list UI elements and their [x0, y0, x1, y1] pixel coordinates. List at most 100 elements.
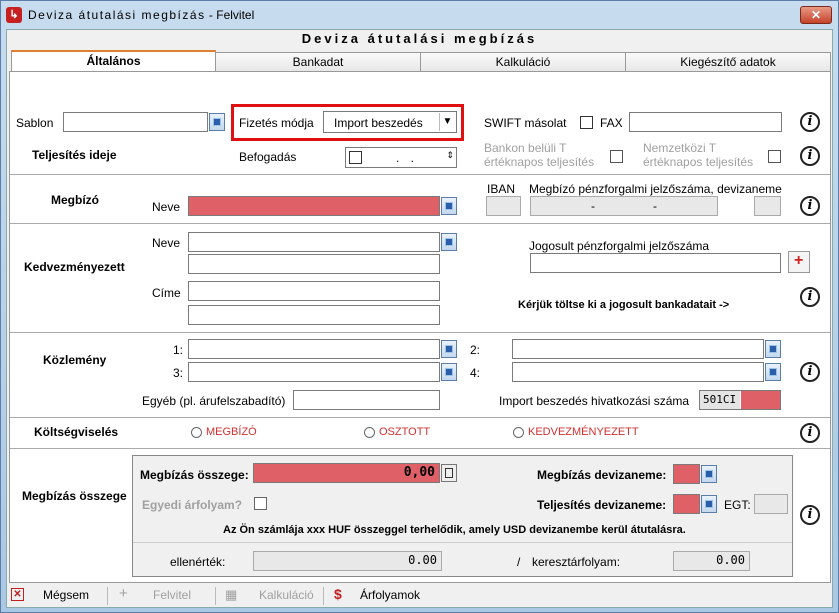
- kozlemeny-3-input[interactable]: [188, 362, 440, 382]
- calculator-icon[interactable]: [441, 464, 457, 482]
- kozlemeny-4-picker-icon[interactable]: [765, 363, 781, 381]
- dollar-icon: $: [334, 586, 342, 602]
- info-icon[interactable]: i: [800, 112, 820, 132]
- bankadat-notice: Kérjük töltse ki a jogosult bankadatait …: [518, 299, 730, 311]
- divider: [10, 174, 830, 175]
- iban-label: IBAN: [487, 182, 516, 196]
- egyeb-input[interactable]: [293, 390, 440, 410]
- nemzetkozi-checkbox[interactable]: [768, 150, 781, 163]
- tab-kiegeszito[interactable]: Kiegészítő adatok: [625, 52, 831, 72]
- megbizo-picker-icon[interactable]: [441, 197, 457, 215]
- radio-osztott[interactable]: [364, 427, 375, 438]
- felvitel-button[interactable]: Felvitel: [153, 588, 191, 602]
- kedv-cim1-input[interactable]: [188, 281, 440, 301]
- kozlemeny-1-label: 1:: [173, 343, 184, 357]
- close-button[interactable]: ✕: [800, 6, 832, 24]
- jogosult-input[interactable]: [530, 253, 781, 273]
- slash: /: [517, 555, 521, 569]
- grid-icon: ▦: [225, 587, 238, 602]
- divider: [133, 542, 792, 543]
- kedv-neve-input[interactable]: [188, 232, 440, 252]
- megbizo-account-field: - -: [530, 196, 718, 216]
- kozlemeny-1-input[interactable]: [188, 339, 440, 359]
- window-title: Deviza átutalási megbízás - Felvitel: [28, 8, 254, 22]
- divider: [323, 587, 324, 605]
- tab-kalkulacio[interactable]: Kalkuláció: [420, 52, 626, 72]
- info-icon[interactable]: i: [800, 287, 820, 307]
- import-ref-input[interactable]: 501CI: [699, 390, 781, 410]
- tab-label: Bankadat: [292, 55, 344, 69]
- kozlemeny-3-label: 3:: [173, 366, 184, 380]
- window: ↳ Deviza átutalási megbízás - Felvitel ✕…: [0, 0, 839, 613]
- befogadas-date-field[interactable]: . . ⇕: [345, 147, 457, 168]
- kedv-picker-icon[interactable]: [441, 233, 457, 251]
- title-bar: ↳ Deviza átutalási megbízás - Felvitel ✕: [1, 1, 838, 29]
- divider: [215, 587, 216, 605]
- egt-label: EGT:: [724, 498, 751, 512]
- telj-devizanem-input[interactable]: [673, 494, 700, 514]
- kozlemeny-4-label: 4:: [470, 366, 481, 380]
- kozlemeny-2-picker-icon[interactable]: [765, 340, 781, 358]
- tab-altalanos[interactable]: Általános: [11, 50, 216, 72]
- cancel-icon: ✕: [11, 588, 24, 601]
- telj-devizanem-label: Teljesítés devizaneme:: [537, 498, 667, 512]
- bankon-beluli-label: Bankon belüli T értéknapos teljesítés: [484, 141, 595, 169]
- info-icon[interactable]: i: [800, 505, 820, 525]
- arfolyamok-button[interactable]: Árfolyamok: [360, 588, 420, 602]
- tab-label: Általános: [86, 54, 141, 68]
- megbizo-neve-input[interactable]: [188, 196, 440, 216]
- radio-megbizo-label: MEGBÍZÓ: [206, 426, 257, 438]
- nemzetkozi-label: Nemzetközi T értéknapos teljesítés: [643, 141, 754, 169]
- egyeb-label: Egyéb (pl. árufelszabadító): [142, 394, 286, 408]
- info-icon[interactable]: i: [800, 196, 820, 216]
- add-bank-icon[interactable]: +: [788, 251, 810, 273]
- sablon-picker-icon[interactable]: [209, 113, 225, 131]
- kozlemeny-label: Közlemény: [43, 353, 107, 367]
- divider: [10, 332, 830, 333]
- tab-bankadat[interactable]: Bankadat: [215, 52, 421, 72]
- calculator-glyph: [445, 468, 453, 478]
- kozlemeny-4-input[interactable]: [512, 362, 764, 382]
- divider: [10, 448, 830, 449]
- divider: [10, 417, 830, 418]
- megbizo-neve-label: Neve: [152, 200, 181, 214]
- kedv-neve2-input[interactable]: [188, 254, 440, 274]
- sablon-input[interactable]: [63, 112, 208, 132]
- radio-kedvezmenyezett[interactable]: [513, 427, 524, 438]
- info-icon[interactable]: i: [800, 146, 820, 166]
- befogadas-date-value: . .: [396, 151, 419, 165]
- fizetes-select[interactable]: Import beszedés ▼: [323, 111, 457, 133]
- fax-input[interactable]: [629, 112, 782, 132]
- kozlemeny-1-picker-icon[interactable]: [441, 340, 457, 358]
- spinner-icon[interactable]: ⇕: [446, 150, 454, 161]
- ellenertek-value: 0.00: [408, 553, 437, 567]
- kedv-cim2-input[interactable]: [188, 305, 440, 325]
- app-icon: ↳: [6, 7, 22, 23]
- osszeg-input[interactable]: 0,00: [253, 463, 440, 483]
- info-icon[interactable]: i: [800, 423, 820, 443]
- devizanem-picker-icon[interactable]: [701, 465, 717, 483]
- import-ref-required: [741, 391, 780, 409]
- jogosult-label: Jogosult pénzforgalmi jelzőszáma: [529, 239, 710, 253]
- bankon-beluli-checkbox[interactable]: [610, 150, 623, 163]
- egyedi-checkbox[interactable]: [254, 497, 267, 510]
- info-icon[interactable]: i: [800, 362, 820, 382]
- kalkulacio-button[interactable]: Kalkuláció: [259, 588, 314, 602]
- befogadas-checkbox[interactable]: [349, 151, 362, 164]
- import-ref-label: Import beszedés hivatkozási száma: [499, 394, 690, 408]
- swift-checkbox[interactable]: [580, 116, 593, 129]
- kozlemeny-3-picker-icon[interactable]: [441, 363, 457, 381]
- befogadas-label: Befogadás: [239, 150, 297, 164]
- terheles-notice: Az Ön számlája xxx HUF összeggel terhelő…: [223, 524, 686, 536]
- radio-megbizo[interactable]: [191, 427, 202, 438]
- kozlemeny-2-input[interactable]: [512, 339, 764, 359]
- cancel-button[interactable]: Mégsem: [43, 588, 89, 602]
- tab-label: Kalkuláció: [495, 55, 551, 69]
- telj-devizanem-picker-icon[interactable]: [701, 495, 717, 513]
- swift-label: SWIFT másolat: [484, 116, 567, 130]
- egyedi-label: Egyedi árfolyam?: [142, 498, 243, 512]
- osszeg-value: 0,00: [403, 465, 435, 480]
- fizetes-value: Import beszedés: [334, 116, 423, 130]
- kedv-cime-label: Címe: [152, 286, 181, 300]
- devizanem-input[interactable]: [673, 464, 700, 484]
